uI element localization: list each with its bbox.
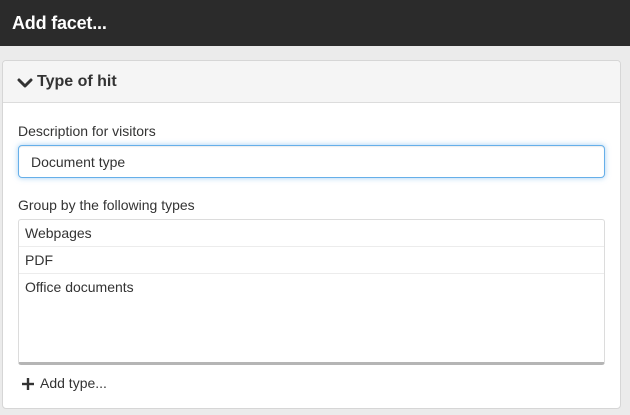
add-type-label: Add type... (40, 375, 107, 391)
description-input[interactable] (18, 145, 605, 178)
dialog-titlebar: Add facet... (0, 0, 630, 46)
panel-header-toggle[interactable]: Type of hit (3, 61, 620, 103)
list-item-office-documents[interactable]: Office documents (19, 274, 604, 301)
group-label: Group by the following types (18, 197, 195, 213)
add-type-button[interactable]: Add type... (22, 375, 107, 391)
facet-panel: Type of hit Description for visitors Gro… (2, 60, 621, 409)
list-item-webpages[interactable]: Webpages (19, 220, 604, 247)
description-label: Description for visitors (18, 123, 156, 139)
chevron-down-icon (17, 76, 33, 88)
dialog-title: Add facet... (12, 12, 107, 33)
type-list[interactable]: Webpages PDF Office documents (18, 219, 605, 365)
panel-heading: Type of hit (37, 72, 117, 90)
list-item-pdf[interactable]: PDF (19, 247, 604, 274)
plus-icon (22, 377, 34, 390)
